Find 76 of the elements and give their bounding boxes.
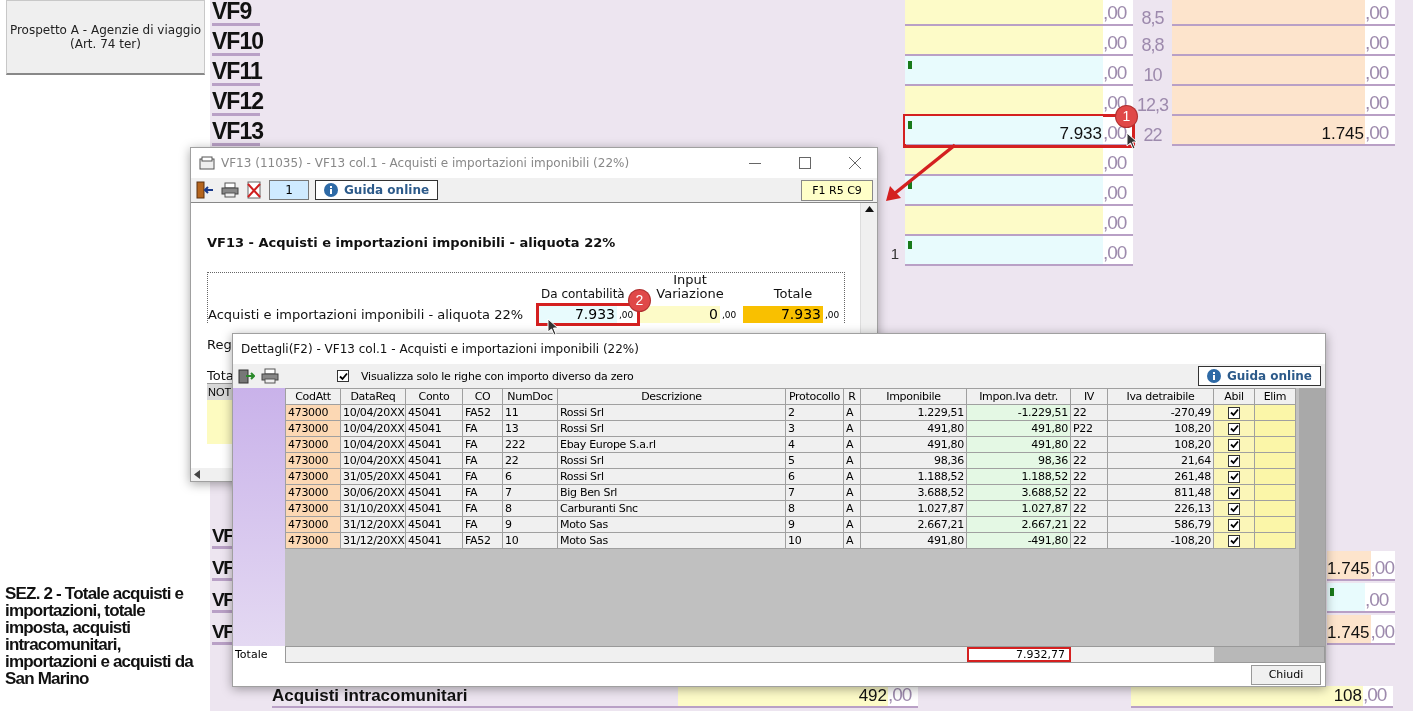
printer-icon[interactable] <box>261 368 279 384</box>
rate-label: 10 <box>1142 64 1163 86</box>
filter-checkbox[interactable] <box>337 370 349 382</box>
amount-field[interactable]: 1.745,00 <box>1327 615 1395 645</box>
row-label: VF9 <box>212 0 252 23</box>
row-label: VF10 <box>212 28 263 53</box>
marker-icon <box>908 241 912 249</box>
amount-field[interactable]: 1.745,00 <box>1172 116 1395 146</box>
amount-field[interactable]: 108,00 <box>1131 686 1393 708</box>
column-header[interactable]: Protocollo <box>785 388 844 405</box>
rate-label: 22 <box>1142 124 1163 146</box>
export-icon[interactable] <box>237 367 255 385</box>
help-button[interactable]: Guida online <box>1197 366 1321 386</box>
side-button[interactable]: Prospetto A - Agenzie di viaggio (Art. 74 ter) <box>6 0 205 75</box>
scroll-up-icon[interactable] <box>864 206 874 212</box>
enabled-checkbox[interactable] <box>1228 406 1240 419</box>
enabled-checkbox[interactable] <box>1228 486 1240 499</box>
column-header[interactable]: Abil <box>1213 388 1255 405</box>
column-header[interactable]: Elim <box>1254 388 1296 405</box>
enabled-checkbox[interactable] <box>1228 454 1240 467</box>
column-header[interactable]: NumDoc <box>502 388 558 405</box>
enabled-checkbox[interactable] <box>1228 438 1240 451</box>
scroll-left-icon[interactable] <box>194 470 200 479</box>
column-header[interactable]: CO <box>462 388 503 405</box>
window-title: VF13 (11035) - VF13 col.1 - Acquisti e importazioni imponibili (22%) <box>221 156 631 170</box>
rate-label: 8,8 <box>1140 34 1165 56</box>
exit-icon[interactable] <box>195 181 215 199</box>
column-header[interactable]: Imponibile <box>860 388 967 405</box>
row-number: 1 <box>890 245 899 262</box>
column-header[interactable]: CodAtt <box>285 388 341 405</box>
help-button[interactable]: Guida online <box>315 180 439 200</box>
column-header[interactable]: Impon.Iva detr. <box>966 388 1071 405</box>
enabled-checkbox[interactable] <box>1228 502 1240 515</box>
marker-icon <box>908 121 912 129</box>
column-header: Da contabilità <box>540 287 626 301</box>
amount-field[interactable]: 492,00 <box>678 686 918 708</box>
window-title: Dettagli(F2) - VF13 col.1 - Acquisti e importazioni imponibili (22%) <box>241 342 640 356</box>
column-header[interactable]: Descrizione <box>557 388 786 405</box>
cell-position: F1 R5 C9 <box>801 179 873 201</box>
info-icon <box>1206 369 1221 383</box>
column-header[interactable]: DataReq <box>340 388 406 405</box>
page-number[interactable]: 1 <box>269 180 309 200</box>
enabled-checkbox[interactable] <box>1228 422 1240 435</box>
field-label: Acquisti e importazioni imponibili - aliquota 22% <box>208 306 525 322</box>
column-header[interactable]: IV <box>1070 388 1108 405</box>
delete-document-icon[interactable] <box>245 181 263 199</box>
row-label: VF13 <box>212 118 263 143</box>
section-title: SEZ. 2 - Totale acquisti e importazioni, totale imposta, acquisti intracomunitari, importazioni e acquisti da San Marino <box>5 585 195 687</box>
cursor-icon <box>1126 132 1140 150</box>
info-icon <box>324 183 338 197</box>
marker-icon <box>908 61 912 69</box>
close-button[interactable]: Chiudi <box>1251 664 1321 685</box>
row-label: VF12 <box>212 88 263 113</box>
form-heading: VF13 - Acquisti e importazioni imponibili - aliquota 22% <box>207 235 617 250</box>
step-badge: 1 <box>1116 106 1137 127</box>
enabled-checkbox[interactable] <box>1228 534 1240 547</box>
form-icon <box>199 156 215 170</box>
rate-label: 12,3 <box>1135 94 1170 116</box>
field-label: Reg <box>207 337 233 352</box>
amount-field[interactable]: 1.745,00 <box>1327 551 1395 581</box>
row-label: VF11 <box>212 58 262 83</box>
marker-icon <box>1330 588 1334 596</box>
column-header: Input Variazione <box>655 273 725 301</box>
notes-label: NOT <box>207 384 232 400</box>
marker-icon <box>908 181 912 189</box>
printer-icon[interactable] <box>221 182 239 198</box>
total-label: Totale <box>234 648 269 661</box>
enabled-checkbox[interactable] <box>1228 518 1240 531</box>
total-value: 7.932,77 <box>967 647 1071 662</box>
filter-label: Visualizza solo le righe con importo diverso da zero <box>361 369 634 383</box>
column-header: Totale <box>772 287 814 301</box>
scrollbar[interactable] <box>1299 388 1325 646</box>
column-header[interactable]: Conto <box>405 388 463 405</box>
column-header[interactable]: Iva detraibile <box>1107 388 1214 405</box>
enabled-checkbox[interactable] <box>1228 470 1240 483</box>
rate-label: 8,5 <box>1140 7 1165 26</box>
